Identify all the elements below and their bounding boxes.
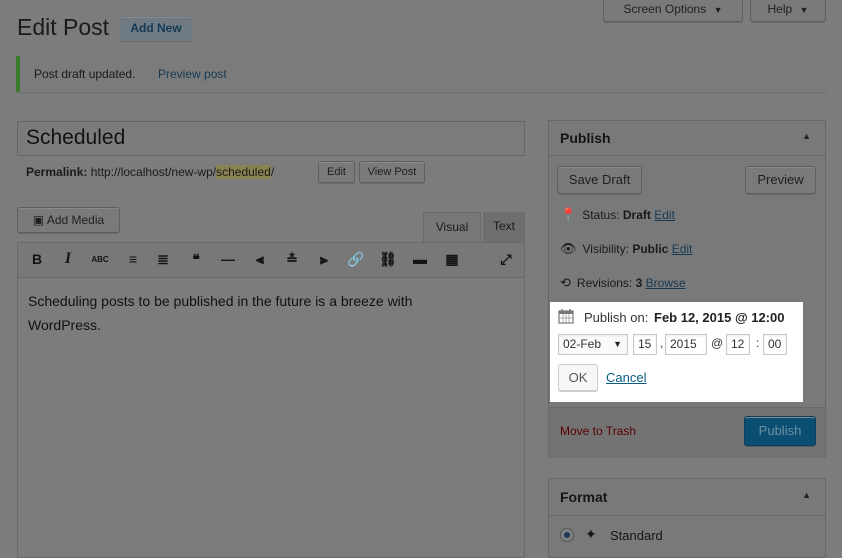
horizontal-line-icon[interactable]: — <box>217 250 239 268</box>
view-post-button[interactable]: View Post <box>359 161 425 183</box>
italic-icon[interactable]: I <box>57 250 79 268</box>
time-at: @ <box>711 336 724 350</box>
screen-options-button[interactable]: Screen Options ▼ <box>603 0 743 22</box>
revisions-row: ⟲ Revisions: 3 Browse <box>560 275 686 291</box>
status-value: Draft <box>622 208 651 222</box>
status-label: Status: <box>582 208 620 222</box>
fullscreen-icon[interactable]: ⤢ <box>495 250 517 268</box>
blockquote-icon[interactable]: ❝ <box>185 250 207 268</box>
format-panel-header[interactable]: Format ▲ <box>549 479 825 516</box>
align-left-icon[interactable]: ⫷ <box>249 250 271 268</box>
post-title-value: Scheduled <box>26 126 126 149</box>
collapse-arrow-icon[interactable]: ▲ <box>802 490 811 500</box>
add-media-label: Add Media <box>46 213 105 227</box>
insert-link-icon[interactable]: 🔗 <box>345 250 367 268</box>
notice-text: Post draft updated. <box>34 67 136 81</box>
cancel-link[interactable]: Cancel <box>606 370 646 385</box>
move-to-trash-link[interactable]: Move to Trash <box>560 424 636 438</box>
visibility-edit-link[interactable]: Edit <box>672 242 693 256</box>
publish-panel-header[interactable]: Publish ▲ <box>549 121 825 156</box>
media-icon: ▣ <box>32 213 45 227</box>
align-center-icon[interactable]: ≛ <box>281 250 303 268</box>
help-label: Help <box>767 2 793 16</box>
bulleted-list-icon[interactable]: ≡ <box>122 250 144 268</box>
format-panel: Format ▲ ✦ Standard <box>548 478 826 558</box>
publish-on-value: Feb 12, 2015 @ 12:00 <box>654 310 785 325</box>
chevron-down-icon: ▼ <box>713 5 723 15</box>
collapse-arrow-icon[interactable]: ▲ <box>802 131 811 141</box>
visibility-value: Public <box>632 242 669 256</box>
format-standard-label: Standard <box>610 528 663 543</box>
month-select[interactable]: 02-Feb ▼ <box>558 334 628 355</box>
tab-visual[interactable]: Visual <box>423 212 481 242</box>
pin-icon: 📍 <box>560 207 577 222</box>
publish-panel-title: Publish <box>560 130 611 146</box>
time-colon: : <box>756 336 760 350</box>
permalink-base: http://localhost/new-wp/ <box>90 165 217 179</box>
read-more-icon[interactable]: ▬ <box>409 250 431 268</box>
tab-text[interactable]: Text <box>483 212 525 242</box>
chevron-down-icon: ▼ <box>613 339 622 349</box>
revisions-value: 3 <box>635 276 643 290</box>
schedule-box: Publish on: Feb 12, 2015 @ 12:00 02-Feb … <box>550 302 803 402</box>
revisions-label: Revisions: <box>576 276 633 290</box>
add-new-button[interactable]: Add New <box>120 16 192 41</box>
bold-icon[interactable]: B <box>26 250 48 268</box>
permalink-end: / <box>270 165 275 179</box>
add-media-button[interactable]: ▣ Add Media <box>17 207 120 233</box>
editor-content-area[interactable]: Scheduling posts to be published in the … <box>17 278 525 558</box>
align-right-icon[interactable]: ⫸ <box>313 250 335 268</box>
history-icon: ⟲ <box>560 275 571 290</box>
calendar-icon <box>558 308 574 324</box>
eye-icon: 👁 <box>560 241 577 256</box>
format-standard-radio[interactable] <box>560 528 574 542</box>
hour-input[interactable]: 12 <box>726 334 750 355</box>
browse-revisions-link[interactable]: Browse <box>646 276 686 290</box>
publish-button[interactable]: Publish <box>744 416 816 446</box>
minute-input[interactable]: 00 <box>763 334 787 355</box>
publish-on-label: Publish on: <box>584 310 649 325</box>
save-draft-button[interactable]: Save Draft <box>557 166 642 194</box>
screen-options-label: Screen Options <box>623 2 707 16</box>
editor-content-text: Scheduling posts to be published in the … <box>28 293 413 333</box>
permalink-edit-button[interactable]: Edit <box>318 161 355 183</box>
toolbar-toggle-icon[interactable]: ▦ <box>441 250 463 268</box>
preview-post-link[interactable]: Preview post <box>158 67 227 81</box>
status-edit-link[interactable]: Edit <box>654 208 675 222</box>
chevron-down-icon: ▼ <box>799 5 809 15</box>
day-input[interactable]: 15 <box>633 334 657 355</box>
visibility-label: Visibility: <box>582 242 629 256</box>
preview-button[interactable]: Preview <box>745 166 816 194</box>
format-panel-title: Format <box>560 489 608 505</box>
permalink-slug[interactable]: scheduled <box>216 165 271 179</box>
status-row: 📍 Status: Draft Edit <box>560 207 675 223</box>
numbered-list-icon[interactable]: ≣ <box>152 250 174 268</box>
visibility-row: 👁 Visibility: Public Edit <box>560 241 692 257</box>
ok-button[interactable]: OK <box>558 364 598 391</box>
permalink-row: Permalink: http://localhost/new-wp/sched… <box>26 165 274 179</box>
date-comma: , <box>660 336 664 350</box>
post-title-input[interactable]: Scheduled <box>17 121 525 156</box>
month-value: 02-Feb <box>563 337 602 351</box>
strikethrough-icon[interactable]: ABC <box>89 250 111 268</box>
year-input[interactable]: 2015 <box>665 334 707 355</box>
page-title: Edit Post <box>17 14 110 40</box>
notice-bar: Post draft updated. Preview post <box>16 56 826 92</box>
permalink-label: Permalink: <box>26 165 88 179</box>
help-button[interactable]: Help ▼ <box>750 0 826 22</box>
remove-link-icon[interactable]: ⛓ <box>377 250 399 268</box>
thumbtack-icon: ✦ <box>585 526 597 542</box>
